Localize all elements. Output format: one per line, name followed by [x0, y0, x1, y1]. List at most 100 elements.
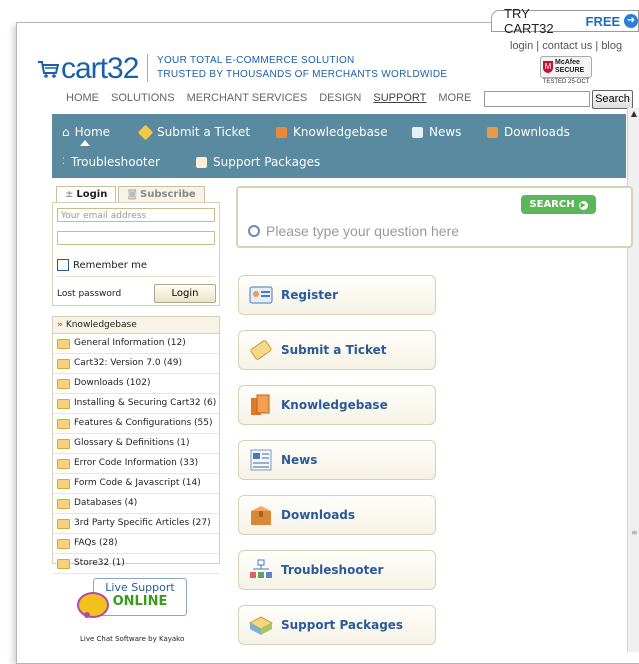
support-nav-kb[interactable]: Knowledgebase [276, 125, 388, 139]
scroll-grip-icon: ≡ [631, 528, 638, 537]
shopping-cart-icon [38, 61, 59, 78]
site-search-input[interactable] [484, 91, 590, 107]
kb-category[interactable]: Error Code Information (33) [53, 454, 219, 474]
knowledgebase-link[interactable]: Knowledgebase [238, 385, 436, 425]
kb-category[interactable]: FAQs (28) [53, 534, 219, 554]
kb-category-label: Cart32: Version 7.0 (49) [74, 358, 182, 368]
submit-ticket-link[interactable]: Submit a Ticket [238, 330, 436, 370]
kb-category[interactable]: Store32 (1) [53, 554, 219, 574]
nav-merchant-services[interactable]: MERCHANT SERVICES [187, 92, 308, 104]
folder-icon [57, 458, 70, 469]
remember-me[interactable]: Remember me [57, 259, 147, 271]
downloads-link[interactable]: Downloads [238, 495, 436, 535]
folder-icon [57, 438, 70, 449]
mcafee-shield-icon: M [543, 61, 553, 73]
register-label: Register [281, 288, 339, 302]
question-placeholder: Please type your question here [266, 223, 460, 239]
support-nav-news[interactable]: News [412, 125, 461, 139]
nav-solutions[interactable]: SOLUTIONS [111, 92, 175, 104]
folder-icon [57, 558, 70, 569]
try-cart32-free-tab[interactable]: TRY CART32 FREE ➜ [491, 6, 639, 36]
email-field[interactable]: Your email address [57, 208, 215, 222]
tagline-line1: YOUR TOTAL E-COMMERCE SOLUTION [157, 55, 355, 66]
news-link[interactable]: News [238, 440, 436, 480]
support-nav-troubleshooter-label: Troubleshooter [70, 155, 160, 169]
support-nav-packages[interactable]: Support Packages [196, 155, 320, 169]
login-box: Your email address Remember me Lost pass… [52, 202, 220, 306]
support-nav-news-label: News [429, 125, 462, 139]
support-nav-submit[interactable]: Submit a Ticket [137, 124, 251, 140]
double-chevron-icon: » [57, 320, 63, 330]
support-nav-submit-label: Submit a Ticket [157, 125, 251, 139]
kb-category-label: Store32 (1) [74, 558, 125, 568]
folder-icon [57, 518, 70, 529]
support-nav-kb-label: Knowledgebase [293, 125, 388, 139]
folder-icon [57, 378, 70, 389]
kb-category[interactable]: Installing & Securing Cart32 (6) [53, 394, 219, 414]
download-box-icon [251, 506, 271, 525]
remember-me-checkbox[interactable] [57, 259, 69, 271]
nav-more[interactable]: MORE [438, 92, 471, 104]
kb-category-label: Error Code Information (33) [74, 458, 199, 468]
flowchart-icon [250, 559, 272, 578]
kb-category[interactable]: Downloads (102) [53, 374, 219, 394]
support-nav-troubleshooter[interactable]: ⁚ Troubleshooter [62, 155, 160, 169]
register-link[interactable]: Register [238, 275, 436, 315]
remember-me-label: Remember me [73, 259, 147, 271]
folder-icon [57, 418, 70, 429]
live-chat-caption: Live Chat Software by Kayako [80, 635, 185, 643]
kb-category-label: General Information (12) [74, 338, 186, 348]
support-nav-home[interactable]: ⌂ Home [62, 125, 110, 139]
kb-category-label: FAQs (28) [74, 538, 118, 548]
troubleshooter-label: Troubleshooter [281, 563, 384, 577]
active-caret-icon [80, 140, 90, 146]
kb-category[interactable]: Form Code & Javascript (14) [53, 474, 219, 494]
site-search-button[interactable]: Search [592, 90, 633, 109]
tab-login[interactable]: ± Login [56, 186, 117, 203]
kb-category[interactable]: Databases (4) [53, 494, 219, 514]
top-links[interactable]: login | contact us | blog [510, 40, 622, 52]
login-button[interactable]: Login [154, 284, 216, 303]
knowledgebase-list: » Knowledgebase General Information (12) … [52, 316, 220, 574]
mcafee-secure: SECURE [555, 67, 585, 74]
mcafee-secure-badge[interactable]: M McAfee SECURE TESTED 25-OCT [540, 56, 592, 88]
nav-support[interactable]: SUPPORT [373, 92, 426, 104]
arrow-right-icon: ➜ [624, 14, 638, 28]
nav-design[interactable]: DESIGN [319, 92, 361, 104]
book-icon [276, 126, 287, 138]
divider [57, 276, 215, 277]
folder-icon [57, 338, 70, 349]
tagline: YOUR TOTAL E-COMMERCE SOLUTION TRUSTED B… [147, 54, 447, 82]
support-nav-downloads[interactable]: Downloads [487, 125, 570, 139]
kb-category[interactable]: General Information (12) [53, 334, 219, 354]
question-search-button[interactable]: SEARCH ▶ [521, 195, 596, 214]
register-card-icon [249, 286, 273, 304]
nav-home[interactable]: HOME [66, 92, 99, 104]
kb-category-label: Databases (4) [74, 498, 138, 508]
password-field[interactable] [57, 231, 215, 245]
knowledgebase-header-label: Knowledgebase [65, 320, 137, 330]
troubleshooter-link[interactable]: Troubleshooter [238, 550, 436, 590]
support-nav-downloads-label: Downloads [504, 125, 570, 139]
kb-category-label: Glossary & Definitions (1) [74, 438, 190, 448]
chat-bubble-icon[interactable] [77, 592, 109, 618]
kb-category[interactable]: Glossary & Definitions (1) [53, 434, 219, 454]
kb-category[interactable]: Features & Configurations (55) [53, 414, 219, 434]
cart32-logo[interactable]: cart32 [37, 54, 139, 84]
lost-password-link[interactable]: Lost password [57, 289, 121, 299]
book-icon [251, 394, 270, 415]
mail-icon: ◙ [127, 189, 138, 200]
magnifier-icon [248, 225, 260, 237]
question-input[interactable]: Please type your question here [248, 223, 459, 239]
scroll-up-arrow-icon[interactable]: ▲ [628, 108, 639, 120]
support-packages-link[interactable]: Support Packages [238, 605, 436, 645]
kb-category[interactable]: Cart32: Version 7.0 (49) [53, 354, 219, 374]
kb-category-label: Features & Configurations (55) [74, 418, 213, 428]
ticket-icon [250, 340, 272, 360]
package-icon [196, 156, 207, 168]
tab-subscribe[interactable]: ◙ Subscribe [118, 186, 205, 203]
kb-category[interactable]: 3rd Party Specific Articles (27) [53, 514, 219, 534]
login-tabs: ± Login ◙ Subscribe [56, 186, 207, 203]
newspaper-icon [412, 126, 423, 138]
downloads-label: Downloads [281, 508, 356, 522]
